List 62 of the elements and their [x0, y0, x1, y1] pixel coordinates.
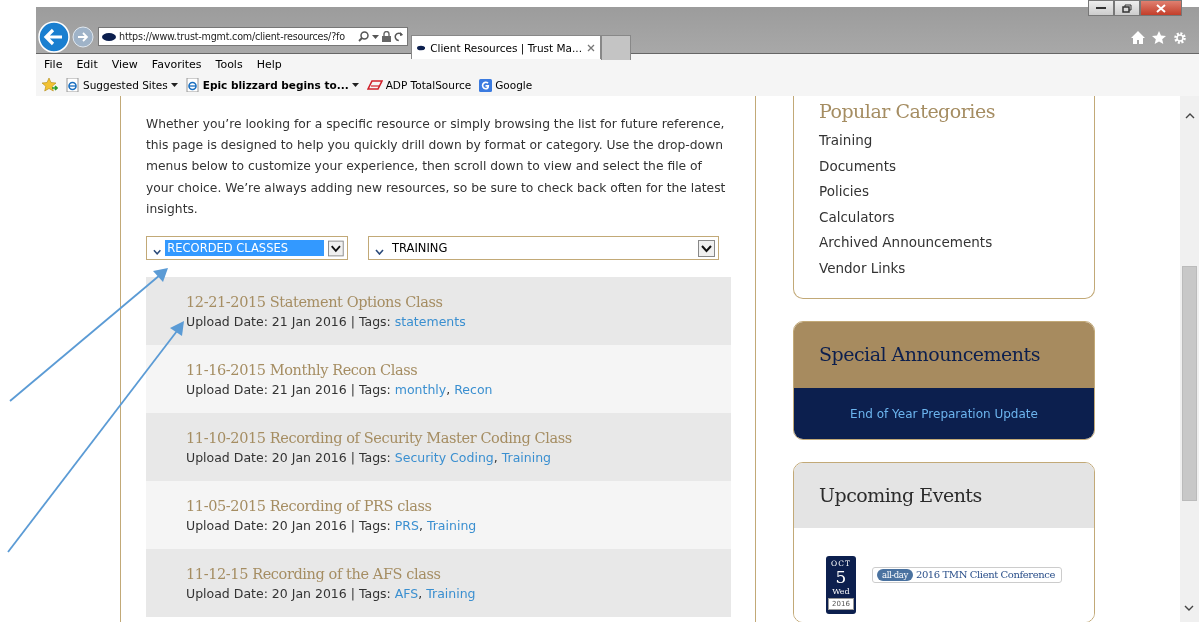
site-icon — [417, 43, 426, 52]
google-logo-icon — [479, 78, 493, 92]
restore-icon — [1122, 3, 1132, 13]
upload-info: Upload Date: 21 Jan 2016 | Tags: statements — [186, 314, 466, 329]
minimize-icon — [1096, 6, 1106, 10]
home-icon[interactable] — [1131, 31, 1145, 44]
chevron-icon — [153, 249, 162, 255]
lock-icon — [382, 31, 391, 42]
menu-item[interactable]: View — [111, 57, 138, 71]
section-heading: Popular Categories — [818, 99, 996, 124]
refresh-icon[interactable] — [394, 31, 404, 42]
favorites-link[interactable]: Suggested Sites — [66, 78, 178, 92]
site-icon — [102, 32, 116, 41]
upload-info: Upload Date: 20 Jan 2016 | Tags: PRS, Training — [186, 518, 477, 533]
event-link[interactable]: all-day 2016 TMN Client Conference — [872, 566, 1062, 583]
section-heading: Special Announcements — [794, 322, 1094, 389]
caret-icon[interactable] — [351, 83, 359, 87]
category-link[interactable]: Vendor Links — [819, 259, 906, 276]
caret-icon[interactable] — [170, 83, 178, 87]
category-link[interactable]: Training — [819, 132, 873, 148]
menu-item[interactable]: Edit — [76, 57, 98, 71]
browser-tab[interactable]: Client Resources | Trust Ma... — [411, 35, 601, 59]
forward-button[interactable] — [72, 26, 94, 48]
announcement-link[interactable]: End of Year Preparation Update — [850, 406, 1038, 421]
adp-logo-icon — [366, 80, 383, 90]
favorites-link[interactable]: Google — [479, 78, 533, 92]
back-button[interactable] — [38, 21, 70, 53]
menu-item[interactable]: Favorites — [151, 57, 202, 71]
close-icon — [1156, 3, 1166, 13]
scroll-down-icon[interactable] — [1184, 605, 1194, 611]
category-link[interactable]: Calculators — [819, 208, 895, 225]
menu-item[interactable]: Tools — [215, 57, 243, 71]
caret-icon[interactable] — [372, 34, 379, 39]
upload-info: Upload Date: 21 Jan 2016 | Tags: monthly, Recon — [186, 382, 493, 397]
menu-item[interactable]: Help — [256, 57, 282, 71]
filter-dropdown[interactable]: TRAINING — [368, 236, 719, 260]
favorites-link[interactable]: ADP TotalSource — [366, 79, 472, 91]
scroll-thumb[interactable] — [1182, 266, 1197, 501]
chevron-icon — [375, 249, 384, 255]
page-icon — [185, 78, 200, 92]
star-icon[interactable] — [1152, 31, 1166, 44]
category-link[interactable]: Documents — [819, 157, 896, 174]
category-link[interactable]: Archived Announcements — [819, 234, 993, 250]
upload-info: Upload Date: 20 Jan 2016 | Tags: AFS, Training — [186, 586, 476, 601]
category-link[interactable]: Policies — [819, 183, 869, 199]
intro-paragraph: Whether you’re looking for a specific resource or simply browsing the list for future reference, this page is designed to help you quickly drill down by format or category. Use the drop-down menus below to customize your experience, then scroll down to view and select the file of your choice. We’re always adding new resources, so be sure to check back often for the latest insights. — [146, 116, 726, 218]
all-day-tag: all-day — [877, 568, 913, 581]
section-heading: Upcoming Events — [794, 462, 1094, 528]
search-icon[interactable] — [358, 31, 369, 42]
favorites-star-icon[interactable] — [42, 78, 58, 92]
close-icon[interactable] — [587, 43, 595, 52]
menu-item[interactable]: File — [44, 57, 63, 71]
settings-icon[interactable] — [1173, 31, 1187, 45]
upload-info: Upload Date: 20 Jan 2016 | Tags: Security Coding, Training — [186, 450, 552, 465]
restore-button[interactable] — [1114, 0, 1140, 16]
scrollbar[interactable] — [1180, 96, 1199, 622]
scroll-up-icon[interactable] — [1184, 113, 1195, 119]
address-bar[interactable]: https://www.trust-mgmt.com/client-resources/?fo — [98, 27, 408, 46]
close-button[interactable] — [1140, 0, 1182, 16]
page-icon — [66, 78, 80, 92]
favorites-link[interactable]: Epic blizzard begins to... — [185, 78, 359, 92]
minimize-button[interactable] — [1088, 0, 1114, 16]
